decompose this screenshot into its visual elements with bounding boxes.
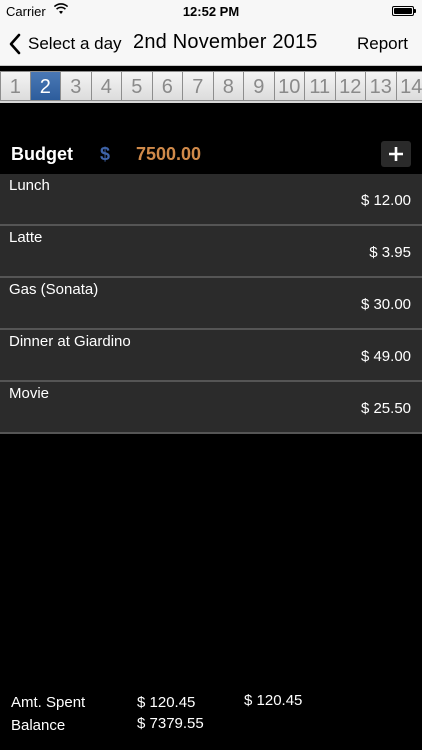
list-item[interactable]: Gas (Sonata) $ 30.00 xyxy=(0,278,422,330)
day-selector: 1 2 3 4 5 6 7 8 9 10 11 12 13 14 xyxy=(0,71,422,103)
budget-currency: $ xyxy=(100,144,111,164)
status-time: 12:52 PM xyxy=(182,4,240,19)
expense-name: Latte xyxy=(9,229,43,246)
day-tab-12[interactable]: 12 xyxy=(335,71,366,101)
list-item[interactable]: Lunch $ 12.00 xyxy=(0,174,422,226)
add-expense-button[interactable] xyxy=(381,141,411,167)
amount-spent-value-secondary: $ 120.45 xyxy=(244,692,303,709)
day-tab-9[interactable]: 9 xyxy=(244,71,275,101)
expense-name: Movie xyxy=(9,385,50,402)
expense-amount: $ 3.95 xyxy=(369,244,411,261)
expense-name: Lunch xyxy=(9,177,50,194)
budget-amount[interactable]: 7500.00 xyxy=(136,144,201,165)
day-tab-6[interactable]: 6 xyxy=(152,71,183,101)
balance-value: $ 7379.55 xyxy=(137,715,204,732)
expense-amount: $ 12.00 xyxy=(360,192,411,209)
status-bar: Carrier 12:52 PM xyxy=(0,0,422,22)
day-tab-2[interactable]: 2 xyxy=(30,71,61,101)
list-item[interactable]: Dinner at Giardino $ 49.00 xyxy=(0,330,422,382)
plus-icon xyxy=(389,147,403,161)
day-tab-3[interactable]: 3 xyxy=(61,71,92,101)
day-tab-11[interactable]: 11 xyxy=(305,71,336,101)
day-tab-4[interactable]: 4 xyxy=(91,71,122,101)
chevron-left-icon xyxy=(9,33,21,55)
summary-footer: Amt. Spent $ 120.45 $ 120.45 Balance $ 7… xyxy=(0,690,422,750)
expense-amount: $ 25.50 xyxy=(360,400,411,417)
day-tab-8[interactable]: 8 xyxy=(213,71,244,101)
day-tab-7[interactable]: 7 xyxy=(183,71,214,101)
report-button[interactable]: Report xyxy=(357,34,408,54)
day-tab-10[interactable]: 10 xyxy=(274,71,305,101)
back-button[interactable]: Select a day xyxy=(8,31,122,57)
amount-spent-label: Amt. Spent xyxy=(11,694,86,711)
battery-icon xyxy=(392,6,416,16)
amount-spent-value: $ 120.45 xyxy=(137,694,196,711)
nav-bar: Select a day 2nd November 2015 Report xyxy=(0,22,422,66)
expense-name: Dinner at Giardino xyxy=(9,333,131,350)
expense-amount: $ 49.00 xyxy=(360,348,411,365)
expense-name: Gas (Sonata) xyxy=(9,281,99,298)
balance-label: Balance xyxy=(11,717,66,734)
day-tab-13[interactable]: 13 xyxy=(366,71,397,101)
day-tab-5[interactable]: 5 xyxy=(122,71,153,101)
list-item[interactable]: Latte $ 3.95 xyxy=(0,226,422,278)
expense-amount: $ 30.00 xyxy=(360,296,411,313)
page-title: 2nd November 2015 xyxy=(133,31,318,53)
budget-row: Budget $ 7500.00 xyxy=(0,138,422,172)
expense-list: Lunch $ 12.00 Latte $ 3.95 Gas (Sonata) … xyxy=(0,174,422,434)
back-label: Select a day xyxy=(28,34,122,53)
day-tab-1[interactable]: 1 xyxy=(0,71,31,101)
day-tab-14[interactable]: 14 xyxy=(396,71,422,101)
list-item[interactable]: Movie $ 25.50 xyxy=(0,382,422,434)
budget-label: Budget xyxy=(11,144,73,164)
